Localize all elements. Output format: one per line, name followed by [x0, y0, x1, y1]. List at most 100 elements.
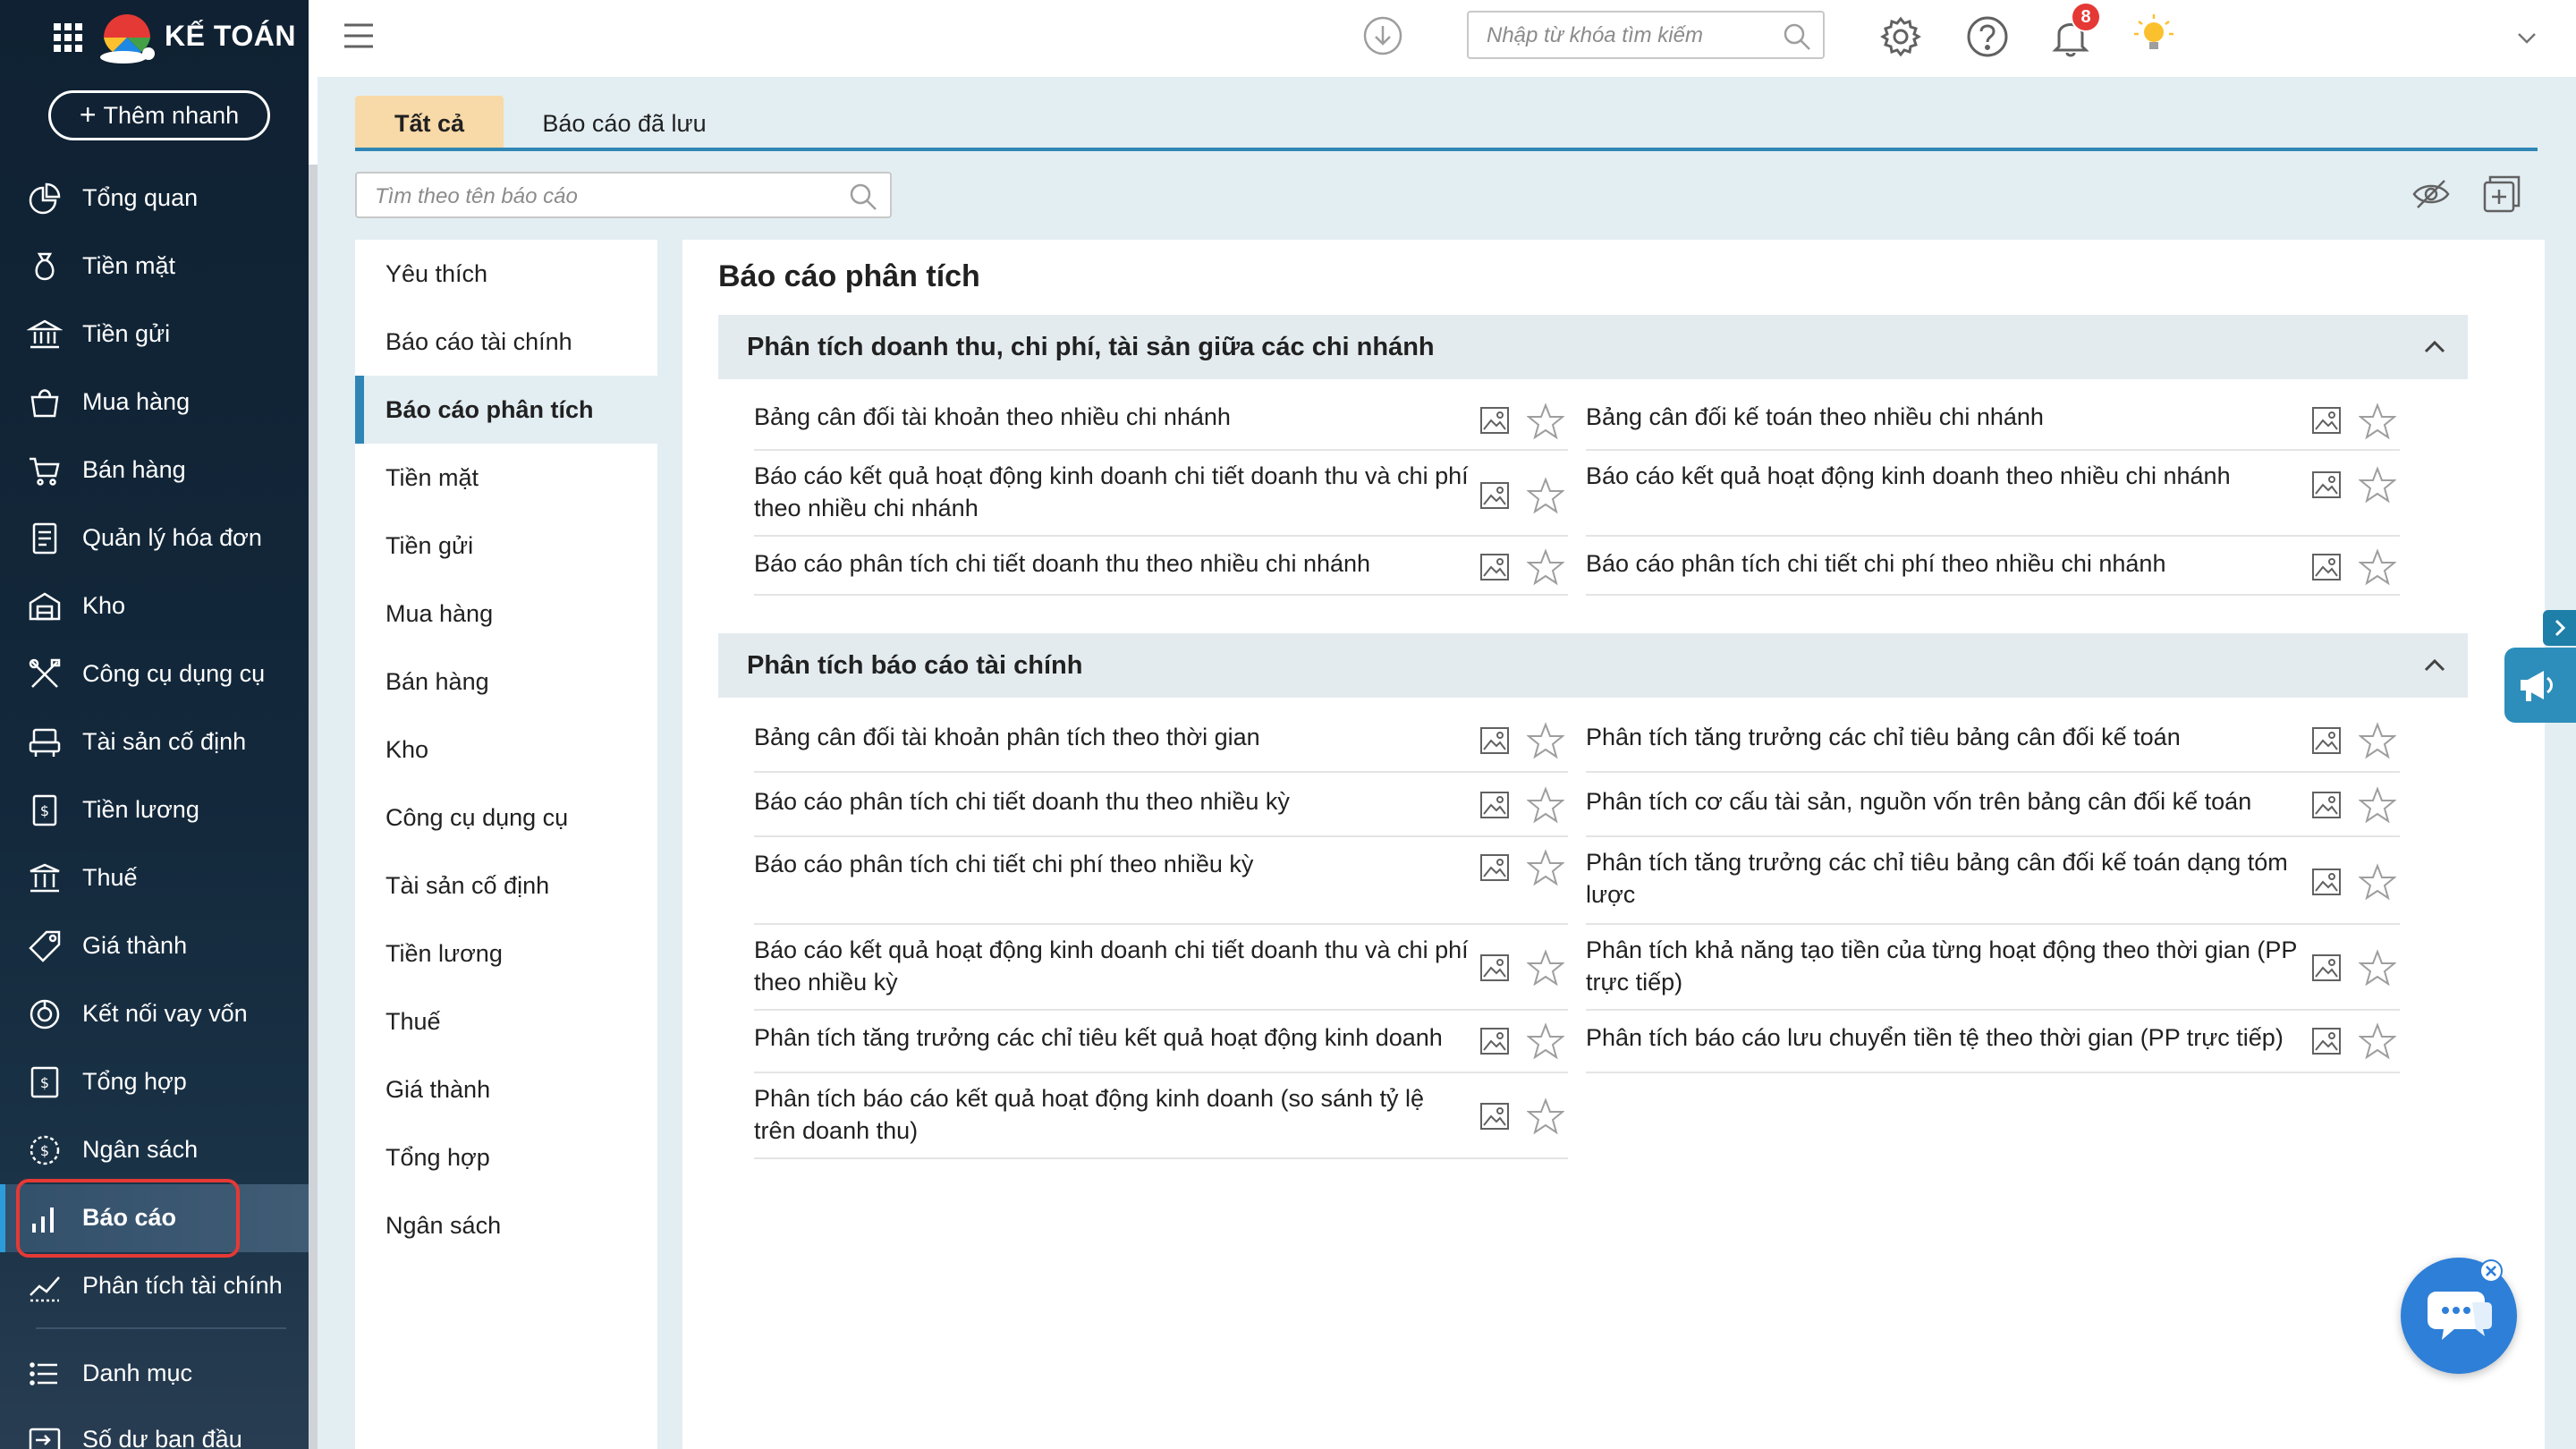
sidebar-item-ngan-sach[interactable]: $ Ngân sách [0, 1116, 309, 1184]
star-icon[interactable] [1527, 548, 1564, 586]
star-icon[interactable] [2359, 722, 2396, 759]
star-icon[interactable] [2359, 863, 2396, 901]
report-item[interactable]: Báo cáo phân tích chi tiết chi phí theo … [1586, 537, 2400, 596]
image-icon[interactable] [2310, 1025, 2343, 1057]
category-item[interactable]: Bán hàng [355, 648, 657, 716]
sidebar-item-kho[interactable]: Kho [0, 572, 309, 640]
sidebar-item-quan-ly-hoa-don[interactable]: Quản lý hóa đơn [0, 504, 309, 572]
star-icon[interactable] [2359, 466, 2396, 504]
report-item[interactable]: Báo cáo kết quả hoạt động kinh doanh the… [1586, 451, 2400, 537]
section-header[interactable]: Phân tích doanh thu, chi phí, tài sản gi… [718, 315, 2468, 379]
report-item[interactable]: Báo cáo phân tích chi tiết chi phí theo … [754, 837, 1568, 925]
category-item[interactable]: Tiền mặt [355, 444, 657, 512]
category-item[interactable]: Tài sản cố định [355, 852, 657, 919]
star-icon[interactable] [1527, 849, 1564, 886]
sidebar-item-phan-tich-tai-chinh[interactable]: Phân tích tài chính [0, 1252, 309, 1320]
sidebar-item-ket-noi-vay-von[interactable]: Kết nối vay vốn [0, 980, 309, 1048]
sidebar-item-tong-quan[interactable]: Tổng quan [0, 165, 309, 233]
category-item[interactable]: Mua hàng [355, 580, 657, 648]
image-icon[interactable] [1479, 551, 1511, 583]
image-icon[interactable] [2310, 724, 2343, 757]
report-item[interactable]: Báo cáo kết quả hoạt động kinh doanh chi… [754, 925, 1568, 1011]
chevron-up-icon[interactable] [2421, 335, 2448, 360]
sidebar-item-tien-gui[interactable]: Tiền gửi [0, 301, 309, 369]
image-icon[interactable] [2310, 952, 2343, 984]
report-item[interactable]: Bảng cân đối tài khoản theo nhiều chi nh… [754, 392, 1568, 451]
report-item[interactable]: Phân tích tăng trưởng các chỉ tiêu bảng … [1586, 710, 2400, 773]
star-icon[interactable] [1527, 786, 1564, 824]
image-icon[interactable] [2310, 469, 2343, 501]
category-item-active[interactable]: Báo cáo phân tích [355, 376, 657, 444]
announcement-button[interactable] [2504, 648, 2576, 723]
global-search-input[interactable] [1487, 23, 1773, 48]
star-icon[interactable] [2359, 1022, 2396, 1060]
sidebar-item-tien-mat[interactable]: Tiền mặt [0, 233, 309, 301]
help-icon[interactable] [1965, 14, 2010, 59]
tab-all[interactable]: Tất cả [355, 96, 504, 151]
tab-saved-reports[interactable]: Báo cáo đã lưu [513, 96, 736, 151]
download-icon[interactable] [1362, 15, 1403, 56]
star-icon[interactable] [2359, 548, 2396, 586]
gear-icon[interactable] [1878, 14, 1923, 59]
sidebar-item-cong-cu-dung-cu[interactable]: Công cụ dụng cụ [0, 640, 309, 708]
chevron-down-icon[interactable] [2513, 27, 2540, 48]
image-icon[interactable] [2310, 866, 2343, 898]
report-item[interactable]: Phân tích khả năng tạo tiền của từng hoạ… [1586, 925, 2400, 1011]
apps-grid-icon[interactable] [52, 21, 84, 54]
image-icon[interactable] [1479, 724, 1511, 757]
sidebar-scrollbar[interactable] [309, 165, 318, 1449]
lightbulb-icon[interactable] [2131, 13, 2176, 59]
image-icon[interactable] [1479, 404, 1511, 436]
image-icon[interactable] [1479, 479, 1511, 512]
category-item[interactable]: Công cụ dụng cụ [355, 784, 657, 852]
category-item[interactable]: Tổng hợp [355, 1123, 657, 1191]
chevron-up-icon[interactable] [2421, 653, 2448, 678]
image-icon[interactable] [2310, 789, 2343, 821]
section-header[interactable]: Phân tích báo cáo tài chính [718, 633, 2468, 698]
image-icon[interactable] [1479, 1100, 1511, 1132]
image-icon[interactable] [2310, 404, 2343, 436]
star-icon[interactable] [2359, 786, 2396, 824]
star-icon[interactable] [2359, 402, 2396, 440]
star-icon[interactable] [1527, 1022, 1564, 1060]
report-item[interactable]: Phân tích báo cáo kết quả hoạt động kinh… [754, 1073, 1568, 1159]
sidebar-item-mua-hang[interactable]: Mua hàng [0, 369, 309, 436]
image-icon[interactable] [1479, 789, 1511, 821]
report-item[interactable]: Bảng cân đối kế toán theo nhiều chi nhán… [1586, 392, 2400, 451]
sidebar-item-tien-luong[interactable]: $ Tiền lương [0, 776, 309, 844]
image-icon[interactable] [1479, 852, 1511, 884]
report-item[interactable]: Phân tích tăng trưởng các chỉ tiêu bảng … [1586, 837, 2400, 925]
chat-close-button[interactable] [2479, 1259, 2503, 1283]
image-icon[interactable] [1479, 1025, 1511, 1057]
search-icon[interactable] [1782, 21, 1812, 52]
add-report-icon[interactable] [2479, 172, 2524, 216]
sidebar-item-so-du-ban-dau[interactable]: Số dư ban đầu [0, 1406, 309, 1449]
category-item[interactable]: Báo cáo tài chính [355, 308, 657, 376]
category-item[interactable]: Yêu thích [355, 240, 657, 308]
star-icon[interactable] [1527, 949, 1564, 987]
report-item[interactable]: Báo cáo phân tích chi tiết doanh thu the… [754, 773, 1568, 837]
sidebar-item-ban-hang[interactable]: Bán hàng [0, 436, 309, 504]
sidebar-item-danh-muc[interactable]: Danh mục [0, 1340, 309, 1408]
quick-add-button[interactable]: + Thêm nhanh [48, 90, 270, 140]
category-item[interactable]: Ngân sách [355, 1191, 657, 1259]
category-item[interactable]: Tiền lương [355, 919, 657, 987]
image-icon[interactable] [2310, 551, 2343, 583]
star-icon[interactable] [1527, 722, 1564, 759]
report-item[interactable]: Phân tích cơ cấu tài sản, nguồn vốn trên… [1586, 773, 2400, 837]
sidebar-item-gia-thanh[interactable]: Giá thành [0, 912, 309, 980]
star-icon[interactable] [1527, 1097, 1564, 1135]
report-item[interactable]: Báo cáo phân tích chi tiết doanh thu the… [754, 537, 1568, 596]
category-item[interactable]: Thuế [355, 987, 657, 1055]
sidebar-item-thue[interactable]: Thuế [0, 844, 309, 912]
star-icon[interactable] [1527, 402, 1564, 440]
hamburger-menu-icon[interactable] [343, 21, 375, 50]
category-item[interactable]: Tiền gửi [355, 512, 657, 580]
category-item[interactable]: Giá thành [355, 1055, 657, 1123]
eye-off-icon[interactable] [2411, 174, 2452, 215]
category-item[interactable]: Kho [355, 716, 657, 784]
report-item[interactable]: Phân tích báo cáo lưu chuyển tiền tệ the… [1586, 1011, 2400, 1073]
report-search-input[interactable] [375, 184, 831, 209]
search-icon[interactable] [847, 181, 879, 213]
sidebar-item-tai-san-co-dinh[interactable]: Tài sản cố định [0, 708, 309, 776]
